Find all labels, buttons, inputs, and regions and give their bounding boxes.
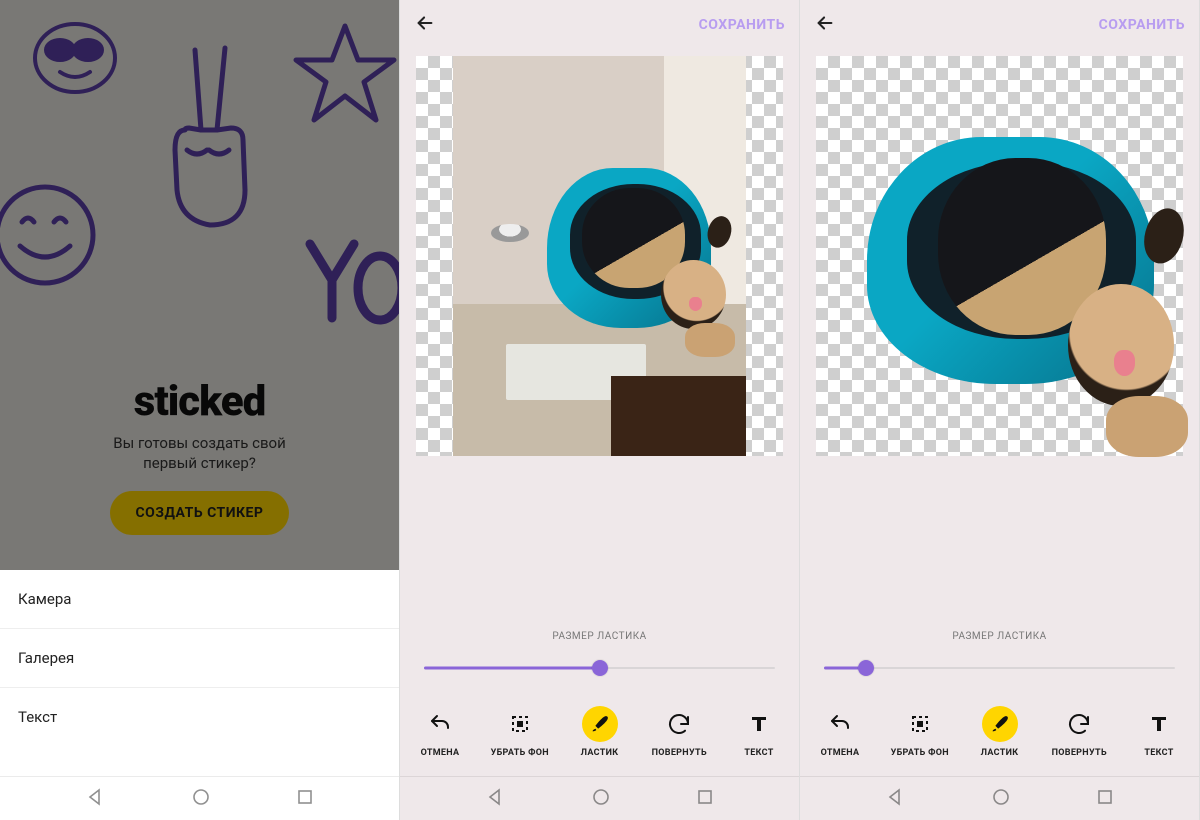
tool-undo-label: ОТМЕНА xyxy=(421,748,460,758)
tool-text-label: ТЕКСТ xyxy=(1144,748,1173,758)
tool-text[interactable]: ТЕКСТ xyxy=(729,706,789,758)
android-nav-bar xyxy=(800,776,1199,820)
android-nav-bar xyxy=(400,776,799,820)
editor-toolbar: ОТМЕНА УБРАТЬ ФОН ЛАСТИК ПОВЕРНУТЬ ТЕКСТ xyxy=(800,694,1199,776)
pane-editor-original: СОХРАНИТЬ РАЗМЕР ЛАСТИКА ОТМЕНА УБРАТЬ xyxy=(400,0,800,820)
arrow-left-icon xyxy=(814,12,836,34)
tool-remove-bg[interactable]: УБРАТЬ ФОН xyxy=(490,706,550,758)
nav-home-icon[interactable] xyxy=(191,787,211,811)
brush-icon xyxy=(989,713,1011,735)
eraser-size-slider[interactable] xyxy=(424,656,775,680)
cutout-subject xyxy=(867,88,1153,440)
tool-eraser[interactable]: ЛАСТИК xyxy=(570,706,630,758)
sheet-item-text[interactable]: Текст xyxy=(0,688,399,746)
editor-middle: РАЗМЕР ЛАСТИКА xyxy=(400,456,799,694)
tool-rotate[interactable]: ПОВЕРНУТЬ xyxy=(1049,706,1109,758)
landing-hero: sticked Вы готовы создать свой первый ст… xyxy=(0,0,399,570)
tool-rotate-label: ПОВЕРНУТЬ xyxy=(1052,748,1107,758)
slider-thumb[interactable] xyxy=(858,660,874,676)
source-photo xyxy=(453,56,747,456)
pane-landing: sticked Вы готовы создать свой первый ст… xyxy=(0,0,400,820)
tool-undo[interactable]: ОТМЕНА xyxy=(410,706,470,758)
text-icon xyxy=(747,712,771,736)
slider-fill xyxy=(424,667,600,670)
nav-back-icon[interactable] xyxy=(885,787,905,811)
android-nav-bar xyxy=(0,776,399,820)
tool-undo[interactable]: ОТМЕНА xyxy=(810,706,870,758)
pane-editor-cutout: СОХРАНИТЬ РАЗМЕР ЛАСТИКА ОТМЕНА УБРАТЬ Ф… xyxy=(800,0,1200,820)
eraser-size-slider[interactable] xyxy=(824,656,1175,680)
tool-remove-bg-label: УБРАТЬ ФОН xyxy=(491,748,549,758)
tool-undo-label: ОТМЕНА xyxy=(821,748,860,758)
slider-thumb[interactable] xyxy=(592,660,608,676)
eraser-size-label: РАЗМЕР ЛАСТИКА xyxy=(424,631,775,642)
tool-remove-bg-label: УБРАТЬ ФОН xyxy=(891,748,949,758)
back-button[interactable] xyxy=(814,12,836,38)
crop-icon xyxy=(508,712,532,736)
nav-recent-icon[interactable] xyxy=(296,788,314,810)
editor-middle: РАЗМЕР ЛАСТИКА xyxy=(800,456,1199,694)
undo-icon xyxy=(428,712,452,736)
editor-header: СОХРАНИТЬ xyxy=(400,0,799,50)
modal-dim-overlay[interactable] xyxy=(0,0,399,570)
arrow-left-icon xyxy=(414,12,436,34)
nav-recent-icon[interactable] xyxy=(1096,788,1114,810)
editor-canvas[interactable] xyxy=(816,56,1183,456)
nav-home-icon[interactable] xyxy=(991,787,1011,811)
tool-text-label: ТЕКСТ xyxy=(744,748,773,758)
nav-recent-icon[interactable] xyxy=(696,788,714,810)
brush-icon xyxy=(589,713,611,735)
editor-header: СОХРАНИТЬ xyxy=(800,0,1199,50)
save-button[interactable]: СОХРАНИТЬ xyxy=(699,17,785,33)
tool-text[interactable]: ТЕКСТ xyxy=(1129,706,1189,758)
nav-back-icon[interactable] xyxy=(85,787,105,811)
tool-eraser-label: ЛАСТИК xyxy=(981,748,1019,758)
back-button[interactable] xyxy=(414,12,436,38)
tool-eraser-label: ЛАСТИК xyxy=(581,748,619,758)
sheet-item-gallery[interactable]: Галерея xyxy=(0,629,399,688)
undo-icon xyxy=(828,712,852,736)
editor-toolbar: ОТМЕНА УБРАТЬ ФОН ЛАСТИК ПОВЕРНУТЬ ТЕКСТ xyxy=(400,694,799,776)
source-bottom-sheet: Камера Галерея Текст xyxy=(0,570,399,776)
crop-icon xyxy=(908,712,932,736)
nav-home-icon[interactable] xyxy=(591,787,611,811)
tool-remove-bg[interactable]: УБРАТЬ ФОН xyxy=(890,706,950,758)
save-button[interactable]: СОХРАНИТЬ xyxy=(1099,17,1185,33)
nav-back-icon[interactable] xyxy=(485,787,505,811)
sheet-item-camera[interactable]: Камера xyxy=(0,570,399,629)
text-icon xyxy=(1147,712,1171,736)
rotate-icon xyxy=(667,712,691,736)
tool-rotate[interactable]: ПОВЕРНУТЬ xyxy=(649,706,709,758)
editor-canvas[interactable] xyxy=(416,56,783,456)
tool-rotate-label: ПОВЕРНУТЬ xyxy=(652,748,707,758)
eraser-size-label: РАЗМЕР ЛАСТИКА xyxy=(824,631,1175,642)
tool-eraser[interactable]: ЛАСТИК xyxy=(970,706,1030,758)
rotate-icon xyxy=(1067,712,1091,736)
